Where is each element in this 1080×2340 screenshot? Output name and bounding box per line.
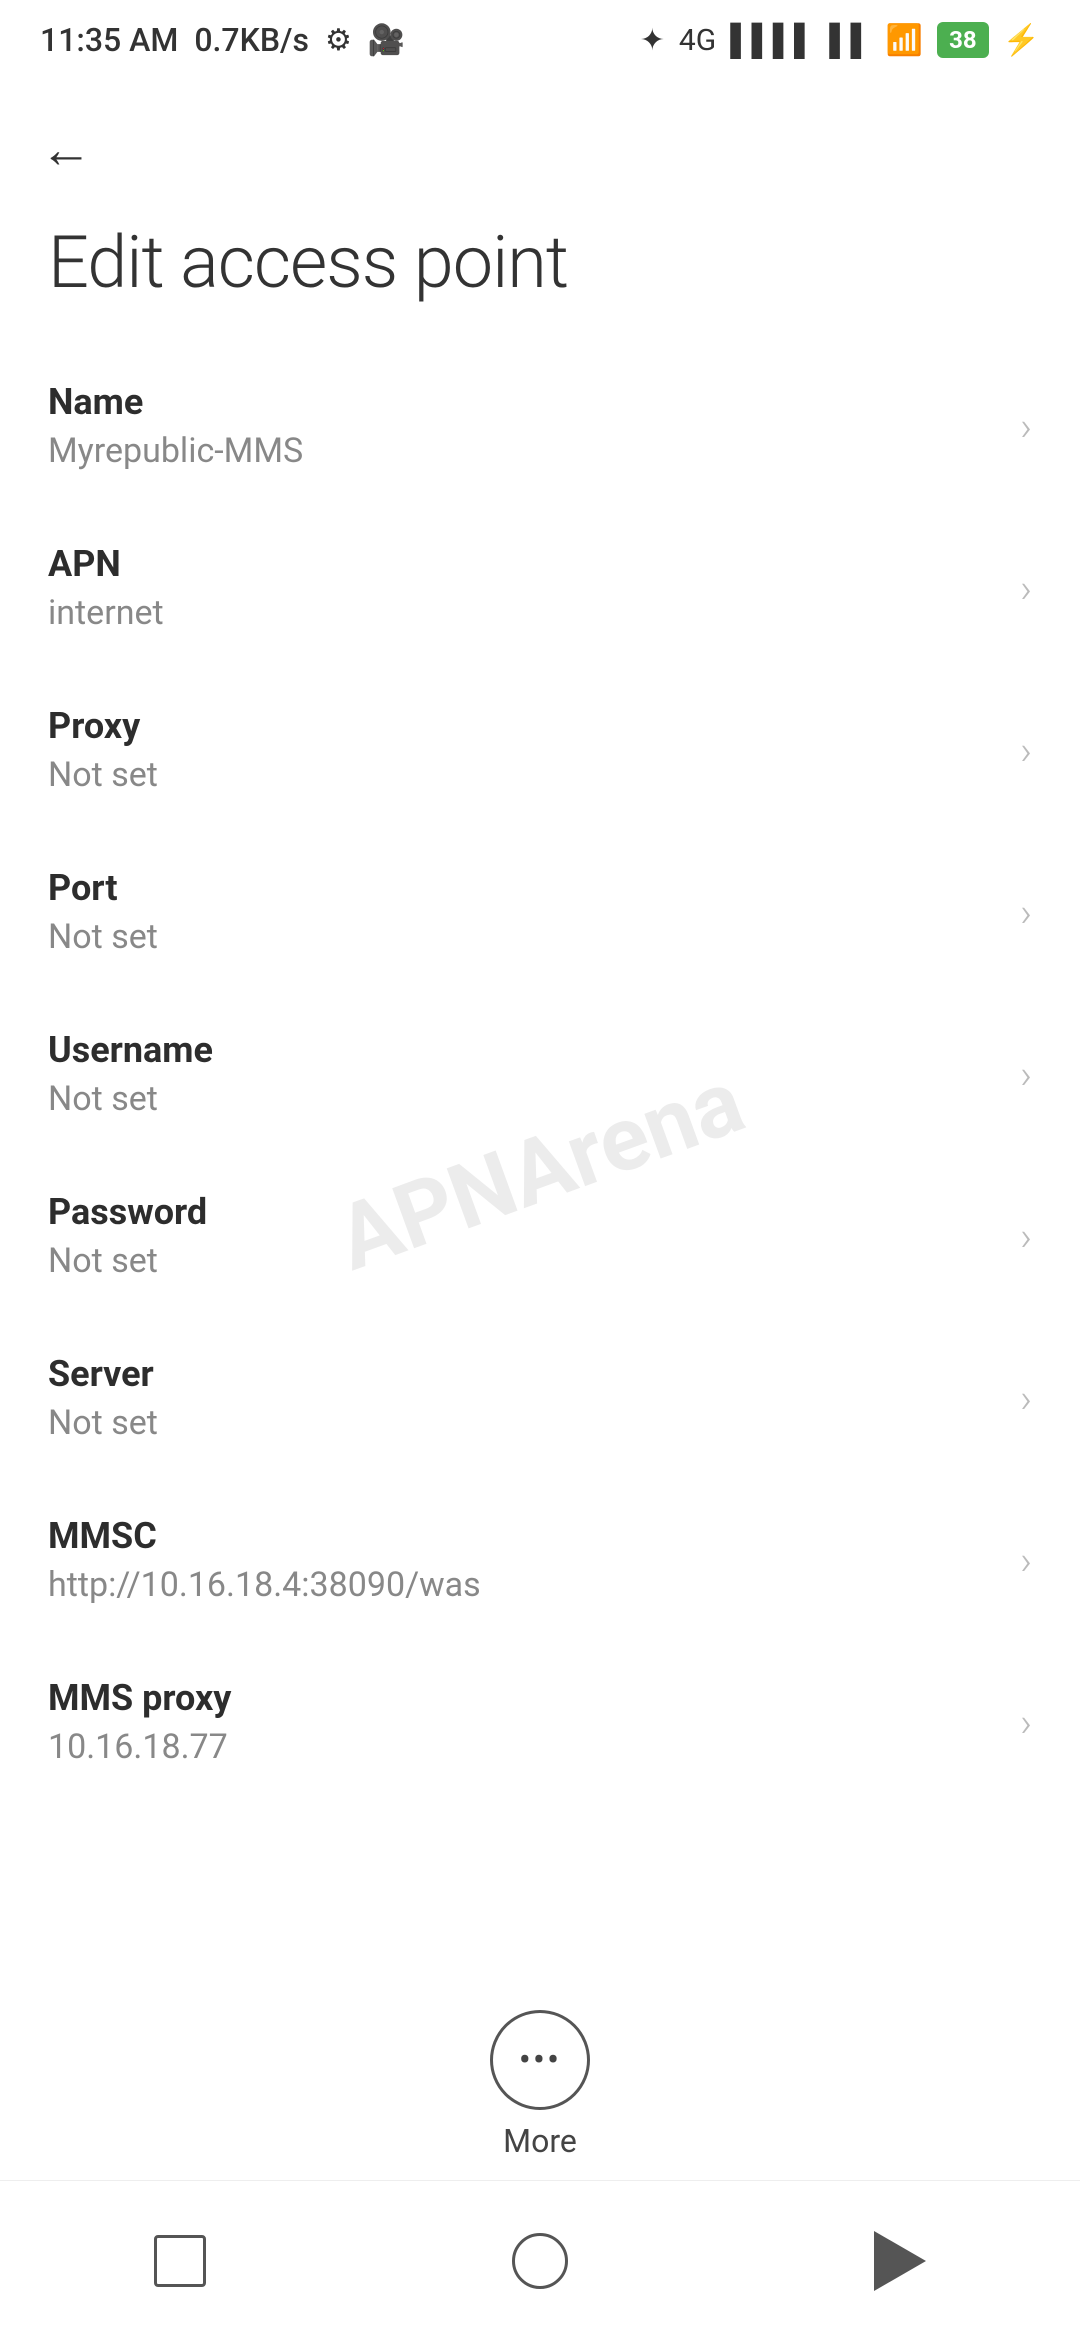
status-left: 11:35 AM 0.7KB/s ⚙ 🎥 — [40, 21, 405, 59]
signal-bars-2-icon: ▌▌ — [829, 23, 872, 58]
time-display: 11:35 AM — [40, 21, 178, 59]
back-button[interactable]: ← — [40, 120, 92, 180]
item-value: Not set — [48, 917, 158, 957]
chevron-right-icon: › — [1020, 889, 1032, 936]
item-content-mmsc: MMSC http://10.16.18.4:38090/was — [48, 1515, 481, 1605]
back-nav-icon — [874, 2231, 926, 2291]
list-item[interactable]: Username Not set › — [0, 993, 1080, 1155]
item-content-password: Password Not set — [48, 1191, 207, 1281]
page-title: Edit access point — [0, 200, 1080, 345]
item-label: Server — [48, 1353, 158, 1395]
item-label: MMS proxy — [48, 1677, 231, 1719]
back-nav-button[interactable] — [840, 2221, 960, 2301]
item-content-apn: APN internet — [48, 543, 164, 633]
item-label: Username — [48, 1029, 213, 1071]
item-content-proxy: Proxy Not set — [48, 705, 158, 795]
signal-bars-icon: ▌▌▌▌ — [730, 23, 815, 58]
item-content-server: Server Not set — [48, 1353, 158, 1443]
nav-bar — [0, 2180, 1080, 2340]
list-item[interactable]: Server Not set › — [0, 1317, 1080, 1479]
battery-icon: 38 — [937, 22, 989, 58]
recent-apps-icon — [154, 2235, 206, 2287]
item-value: Not set — [48, 1079, 213, 1119]
item-content-username: Username Not set — [48, 1029, 213, 1119]
wifi-icon: 📶 — [886, 23, 923, 58]
item-value: internet — [48, 593, 164, 633]
status-bar: 11:35 AM 0.7KB/s ⚙ 🎥 ✦ 4G ▌▌▌▌ ▌▌ 📶 38 ⚡ — [0, 0, 1080, 80]
list-item[interactable]: Password Not set › — [0, 1155, 1080, 1317]
signal-4g-icon: 4G — [679, 23, 716, 58]
item-label: MMSC — [48, 1515, 481, 1557]
list-item[interactable]: Name Myrepublic-MMS › — [0, 345, 1080, 507]
back-button-container: ← — [0, 80, 1080, 200]
chevron-right-icon: › — [1020, 565, 1032, 612]
item-label: Name — [48, 381, 303, 423]
chevron-right-icon: › — [1020, 1537, 1032, 1584]
home-button[interactable] — [480, 2221, 600, 2301]
item-content-name: Name Myrepublic-MMS — [48, 381, 303, 471]
chevron-right-icon: › — [1020, 403, 1032, 450]
item-label: Proxy — [48, 705, 158, 747]
chevron-right-icon: › — [1020, 727, 1032, 774]
settings-icon: ⚙ — [325, 23, 352, 58]
list-item[interactable]: MMSC http://10.16.18.4:38090/was › — [0, 1479, 1080, 1641]
item-value: Not set — [48, 755, 158, 795]
item-value: Myrepublic-MMS — [48, 431, 303, 471]
status-right: ✦ 4G ▌▌▌▌ ▌▌ 📶 38 ⚡ — [640, 22, 1040, 58]
recent-apps-button[interactable] — [120, 2221, 240, 2301]
more-button[interactable]: ••• More — [490, 2010, 590, 2160]
more-circle-icon: ••• — [490, 2010, 590, 2110]
list-item[interactable]: MMS proxy 10.16.18.77 › — [0, 1641, 1080, 1803]
more-dots-icon: ••• — [519, 2039, 561, 2081]
chevron-right-icon: › — [1020, 1213, 1032, 1260]
back-arrow-icon: ← — [40, 120, 92, 180]
chevron-right-icon: › — [1020, 1699, 1032, 1746]
item-value: Not set — [48, 1403, 158, 1443]
chevron-right-icon: › — [1020, 1375, 1032, 1422]
item-value: Not set — [48, 1241, 207, 1281]
item-label: Password — [48, 1191, 207, 1233]
more-label: More — [503, 2122, 577, 2160]
camera-icon: 🎥 — [368, 23, 405, 58]
list-item[interactable]: Port Not set › — [0, 831, 1080, 993]
item-value: http://10.16.18.4:38090/was — [48, 1565, 481, 1605]
item-value: 10.16.18.77 — [48, 1727, 231, 1767]
chevron-right-icon: › — [1020, 1051, 1032, 1098]
home-icon — [512, 2233, 568, 2289]
data-speed: 0.7KB/s — [194, 21, 309, 59]
settings-list: Name Myrepublic-MMS › APN internet › Pro… — [0, 345, 1080, 1803]
item-content-mms-proxy: MMS proxy 10.16.18.77 — [48, 1677, 231, 1767]
item-label: APN — [48, 543, 164, 585]
bluetooth-icon: ✦ — [640, 23, 665, 58]
list-item[interactable]: APN internet › — [0, 507, 1080, 669]
charging-icon: ⚡ — [1003, 23, 1040, 58]
list-item[interactable]: Proxy Not set › — [0, 669, 1080, 831]
item-content-port: Port Not set — [48, 867, 158, 957]
item-label: Port — [48, 867, 158, 909]
